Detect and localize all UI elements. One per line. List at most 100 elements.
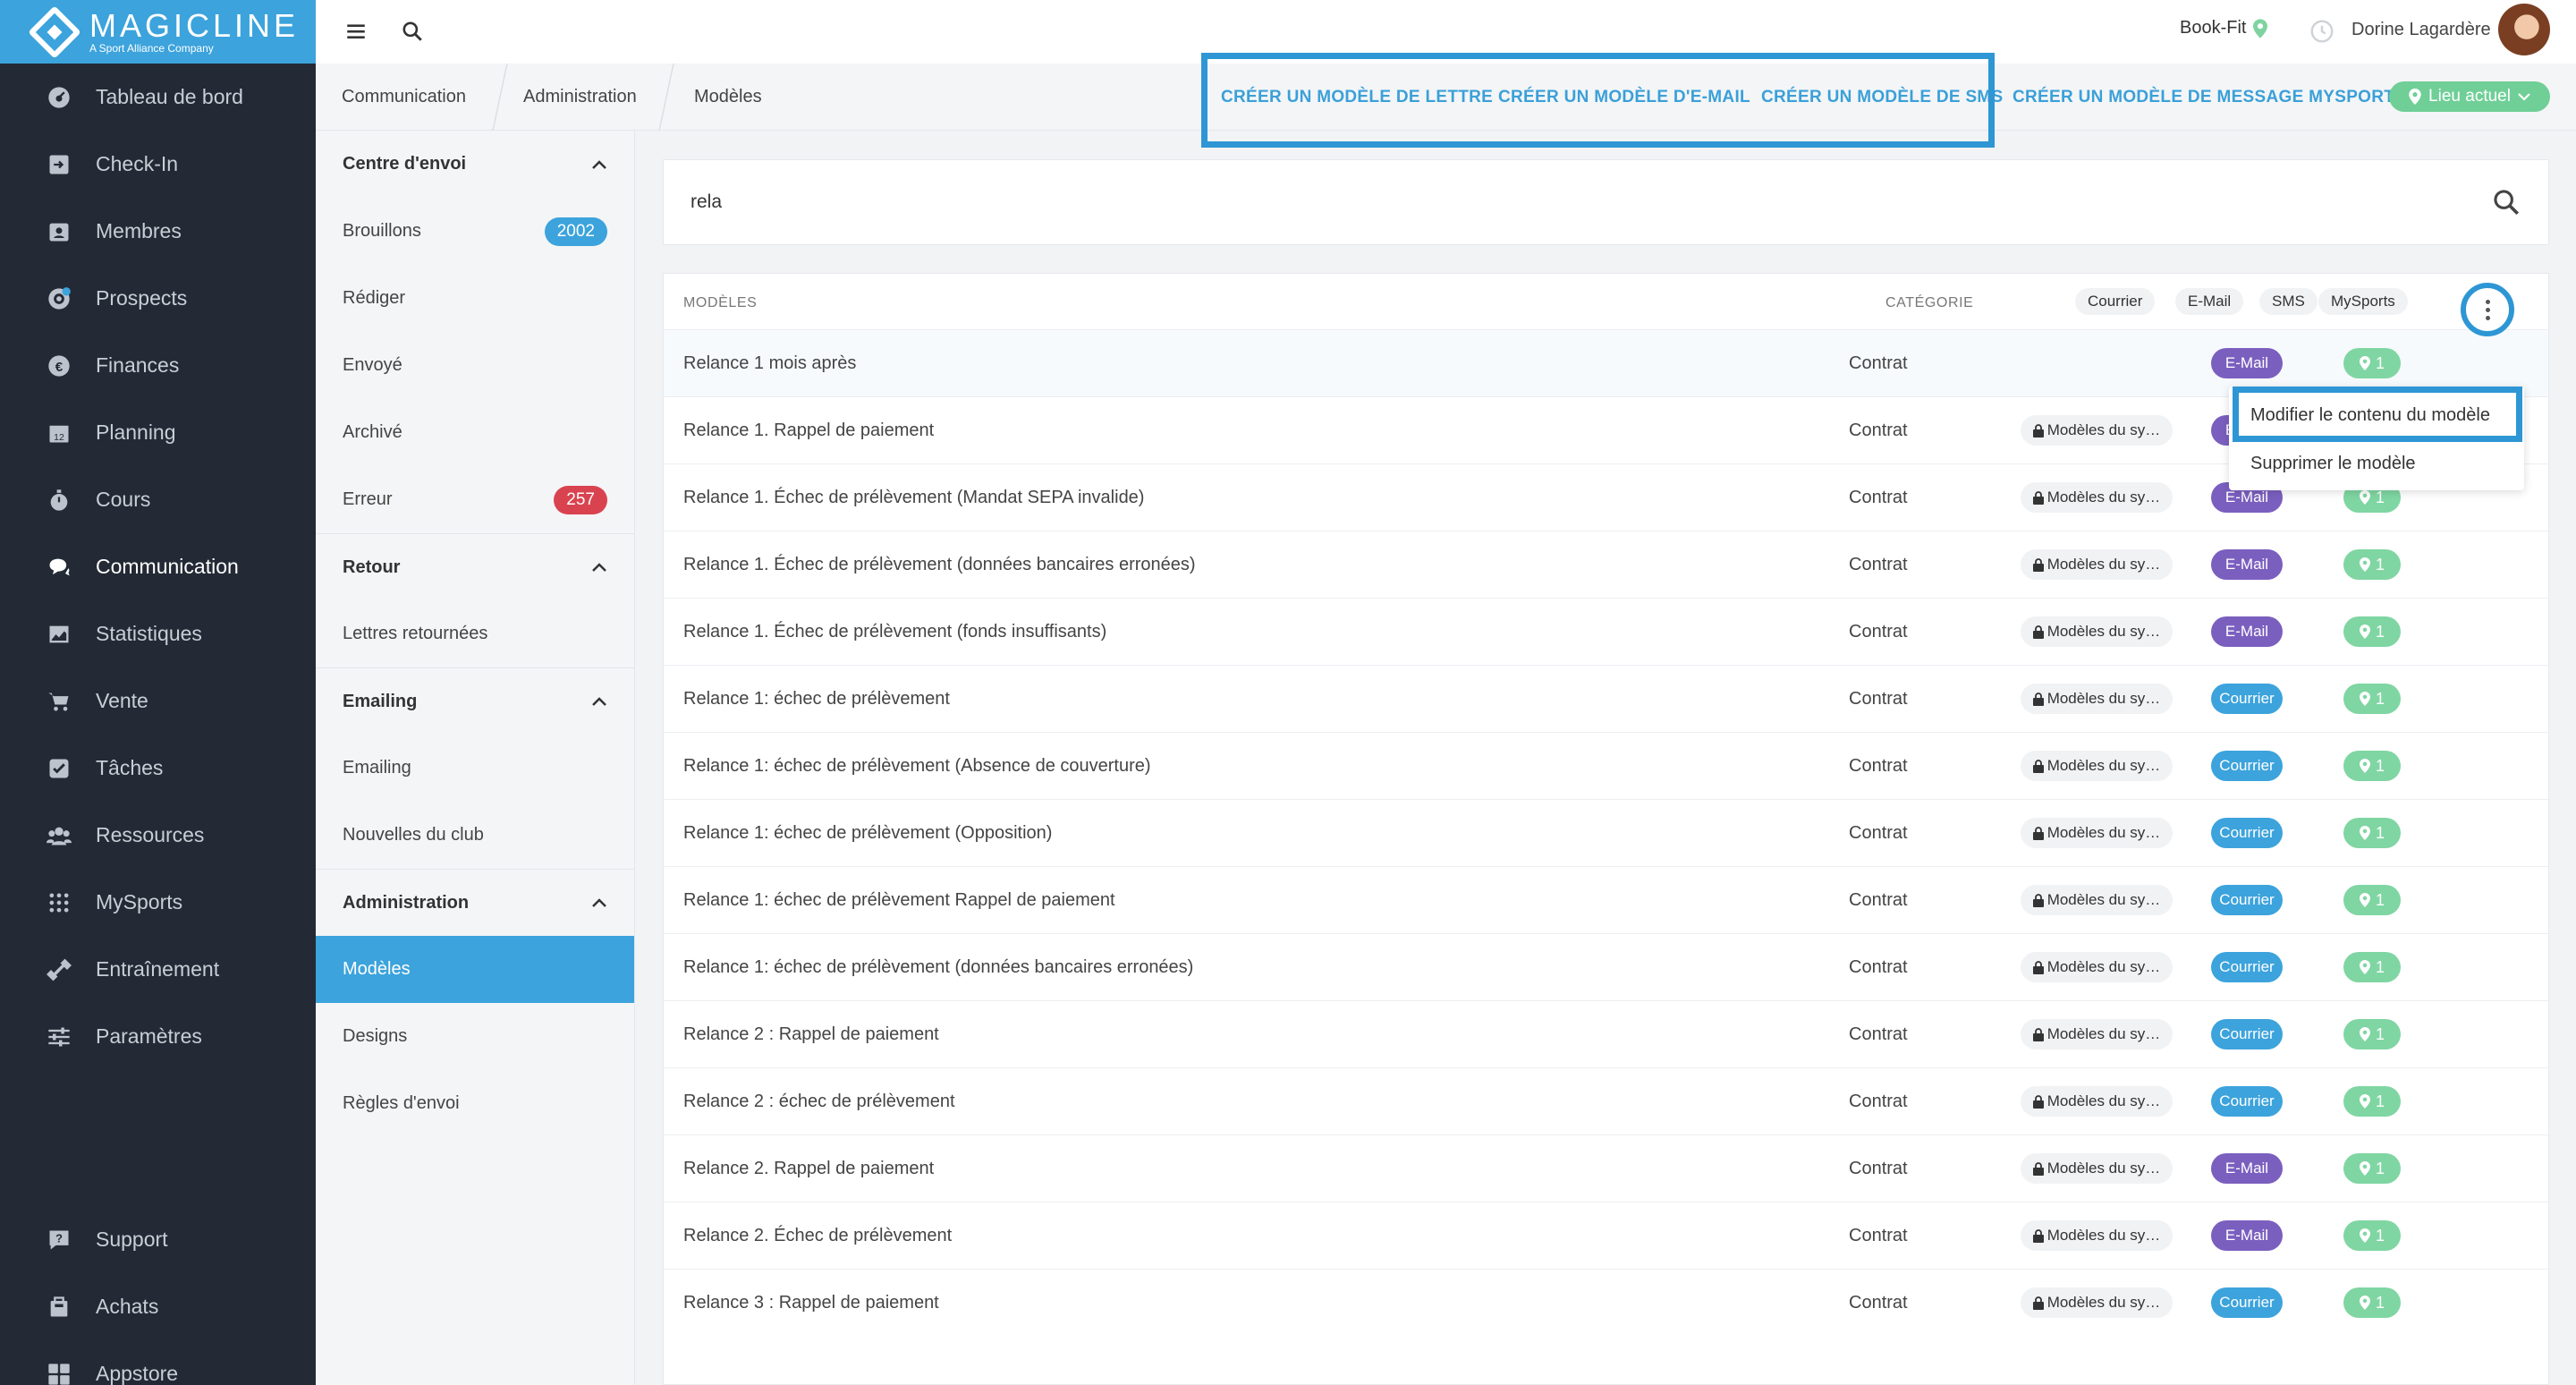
sidebar-item-label: Statistiques (96, 622, 202, 645)
sidebar-item-achats[interactable]: Achats (0, 1273, 316, 1340)
subnav-item[interactable]: Archivé (316, 399, 634, 466)
sidebar-item-label: Achats (96, 1295, 159, 1318)
create-mysports-template-link[interactable]: CRÉER UN MODÈLE DE MESSAGE MYSPORTS (2012, 88, 2406, 107)
clock-icon[interactable] (2309, 18, 2335, 45)
user-name[interactable]: Dorine Lagardère (2351, 20, 2491, 40)
template-name[interactable]: Relance 2. Rappel de paiement (683, 1159, 934, 1179)
subnav-item[interactable]: Erreur 257 (316, 466, 634, 533)
template-search-input[interactable] (691, 187, 2390, 217)
subnav-item[interactable]: Nouvelles du club (316, 802, 634, 869)
template-name[interactable]: Relance 1: échec de prélèvement (Absence… (683, 756, 1151, 777)
count-badge: 2002 (544, 217, 607, 246)
table-row[interactable]: Relance 1: échec de prélèvement (données… (664, 933, 2548, 1000)
location-count: 1 (2375, 622, 2385, 641)
highlight-frame (1201, 53, 1995, 148)
sidebar-item-appstore[interactable]: Appstore (0, 1340, 316, 1385)
search-icon[interactable] (2491, 187, 2521, 217)
subnav-item[interactable]: Lettres retournées (316, 600, 634, 667)
location-count-badge: 1 (2343, 751, 2401, 781)
subnav-section-header[interactable]: Retour (316, 533, 634, 600)
sidebar-item-vente[interactable]: Vente (0, 667, 316, 735)
sidebar-item-check-in[interactable]: Check-In (0, 131, 316, 198)
table-row[interactable]: Relance 1: échec de prélèvement (Opposit… (664, 799, 2548, 866)
search-icon[interactable] (397, 16, 428, 47)
sidebar-item-label: Tâches (96, 756, 164, 779)
template-name[interactable]: Relance 1. Échec de prélèvement (fonds i… (683, 622, 1106, 642)
sidebar-item-tableau-de-bord[interactable]: Tableau de bord (0, 64, 316, 131)
table-row[interactable]: Relance 2 : Rappel de paiement Contrat Mod… (664, 1000, 2548, 1067)
sidebar-item-planning[interactable]: 12 Planning (0, 399, 316, 466)
menu-icon[interactable] (341, 16, 371, 47)
template-name[interactable]: Relance 1: échec de prélèvement (Opposit… (683, 823, 1052, 844)
template-name[interactable]: Relance 1. Échec de prélèvement (Mandat … (683, 488, 1144, 508)
subnav-item[interactable]: Designs (316, 1003, 634, 1070)
sidebar-item-parametres[interactable]: Paramètres (0, 1003, 316, 1070)
table-row[interactable]: Relance 3 : Rappel de paiement Contrat Mod… (664, 1269, 2548, 1336)
breadcrumb-administration[interactable]: Administration (523, 87, 637, 107)
table-row[interactable]: Relance 1. Échec de prélèvement (fonds i… (664, 598, 2548, 665)
delete-template-item[interactable]: Supprimer le modèle (2229, 440, 2524, 487)
table-row[interactable]: Relance 2 : échec de prélèvement Contrat M… (664, 1067, 2548, 1134)
lock-icon (2032, 423, 2044, 438)
template-name[interactable]: Relance 2 : Rappel de paiement (683, 1024, 939, 1045)
sidebar-item-prospects[interactable]: Prospects (0, 265, 316, 332)
subnav-item[interactable]: Rédiger (316, 265, 634, 332)
table-row[interactable]: Relance 1: échec de prélèvement Rappel d… (664, 866, 2548, 933)
filter-sms[interactable]: SMS (2259, 288, 2318, 315)
template-name[interactable]: Relance 1 mois après (683, 353, 856, 374)
location-pin-icon (2359, 1027, 2370, 1041)
template-name[interactable]: Relance 1: échec de prélèvement (683, 689, 950, 709)
system-template-label: Modèles du sy… (2046, 690, 2161, 707)
subnav-item[interactable]: Emailing (316, 735, 634, 802)
template-type-badge: E-Mail (2211, 1220, 2283, 1251)
subnav-item[interactable]: Modèles (316, 936, 634, 1003)
filter-courrier[interactable]: Courrier (2075, 288, 2156, 315)
location-pin-icon (2359, 557, 2370, 572)
table-row[interactable]: Relance 1. Échec de prélèvement (données… (664, 531, 2548, 598)
table-row[interactable]: Relance 2. Échec de prélèvement Contrat Mo… (664, 1202, 2548, 1269)
location-pin-icon (2359, 759, 2370, 773)
template-name[interactable]: Relance 1: échec de prélèvement (données… (683, 957, 1193, 978)
sidebar-item-finances[interactable]: € Finances (0, 332, 316, 399)
filter-mysports[interactable]: MySports (2318, 288, 2408, 315)
sidebar-item-statistiques[interactable]: Statistiques (0, 600, 316, 667)
subnav-item[interactable]: Envoyé (316, 332, 634, 399)
location-count-badge: 1 (2343, 684, 2401, 714)
sidebar-item-membres[interactable]: Membres (0, 198, 316, 265)
table-row[interactable]: Relance 2. Rappel de paiement Contrat Modè… (664, 1134, 2548, 1202)
template-name[interactable]: Relance 2 : échec de prélèvement (683, 1092, 955, 1112)
subnav-section-header[interactable]: Administration (316, 869, 634, 936)
sidebar-item-mysports[interactable]: MySports (0, 869, 316, 936)
template-name[interactable]: Relance 3 : Rappel de paiement (683, 1293, 939, 1313)
system-template-label: Modèles du sy… (2046, 1160, 2161, 1177)
system-template-chip: Modèles du sy… (2021, 1153, 2173, 1184)
subnav-section-header[interactable]: Centre d'envoi (316, 131, 634, 198)
system-template-chip: Modèles du sy… (2021, 549, 2173, 580)
table-row[interactable]: Relance 1: échec de prélèvement (Absence… (664, 732, 2548, 799)
sidebar-item-taches[interactable]: Tâches (0, 735, 316, 802)
sidebar-item-support[interactable]: ? Support (0, 1206, 316, 1273)
breadcrumb-communication[interactable]: Communication (342, 87, 466, 107)
avatar[interactable] (2498, 4, 2550, 55)
studio-selector[interactable]: Book-Fit (2180, 18, 2268, 38)
sidebar-item-entrainement[interactable]: Entraînement (0, 936, 316, 1003)
subnav-section-header[interactable]: Emailing (316, 667, 634, 735)
sidebar-item-cours[interactable]: Cours (0, 466, 316, 533)
table-row[interactable]: Relance 1: échec de prélèvement Contrat Mo… (664, 665, 2548, 732)
sidebar-item-communication[interactable]: Communication (0, 533, 316, 600)
template-name[interactable]: Relance 1: échec de prélèvement Rappel d… (683, 890, 1115, 911)
logo[interactable]: MAGICLINE A Sport Alliance Company (0, 0, 316, 64)
subnav-item[interactable]: Brouillons 2002 (316, 198, 634, 265)
sidebar-item-label: Support (96, 1228, 168, 1251)
template-name[interactable]: Relance 2. Échec de prélèvement (683, 1226, 952, 1246)
filter-email[interactable]: E-Mail (2175, 288, 2244, 315)
subnav-item[interactable]: Règles d'envoi (316, 1070, 634, 1137)
template-name[interactable]: Relance 1. Rappel de paiement (683, 421, 934, 441)
edit-template-content-item[interactable]: Modifier le contenu du modèle (2229, 392, 2524, 438)
sidebar-item-ressources[interactable]: Ressources (0, 802, 316, 869)
chart-icon (47, 622, 72, 647)
row-actions-menu-button[interactable] (2461, 283, 2514, 336)
current-location-button[interactable]: Lieu actuel (2389, 81, 2550, 112)
template-name[interactable]: Relance 1. Échec de prélèvement (données… (683, 555, 1196, 575)
finances-icon: € (47, 353, 72, 378)
